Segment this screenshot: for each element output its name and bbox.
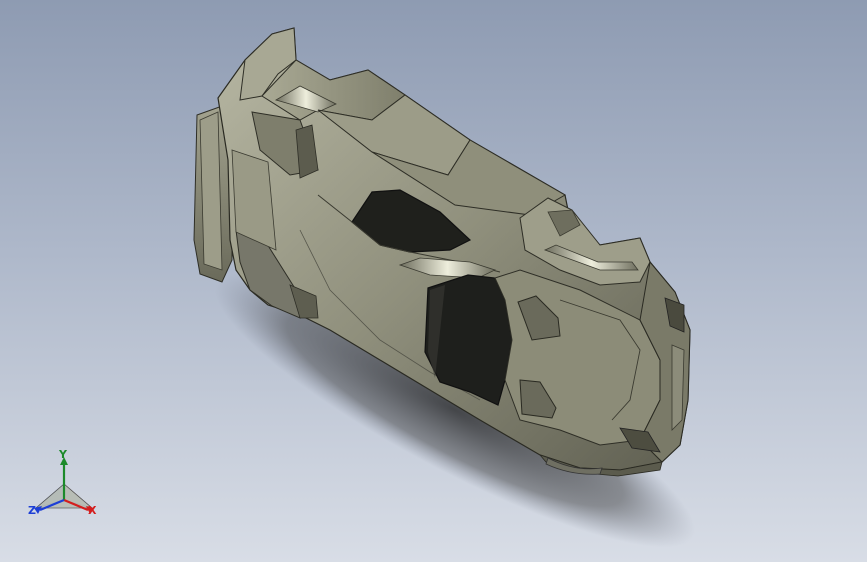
x-axis-label: X <box>88 504 97 517</box>
car-model[interactable] <box>0 0 867 562</box>
view-orientation-triad[interactable]: Y X Z <box>26 448 102 520</box>
graphics-viewport[interactable]: Y X Z <box>0 0 867 562</box>
z-axis-label: Z <box>28 504 36 517</box>
y-axis-label: Y <box>59 448 67 461</box>
